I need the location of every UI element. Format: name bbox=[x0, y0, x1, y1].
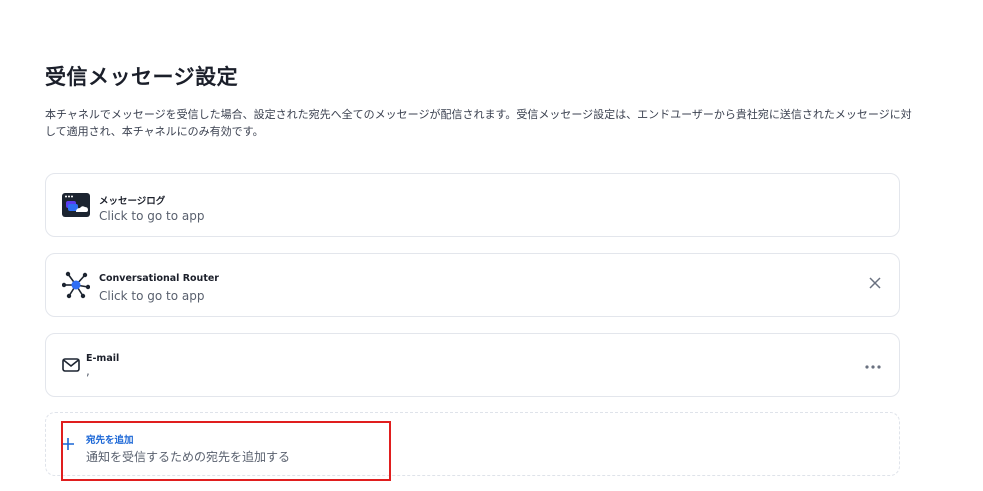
more-options-icon[interactable] bbox=[865, 357, 881, 373]
destination-email-value: , bbox=[86, 364, 90, 378]
page-description: 本チャネルでメッセージを受信した場合、設定された宛先へ全てのメッセージが配信され… bbox=[45, 108, 912, 138]
mail-icon bbox=[62, 358, 80, 372]
add-destination-label[interactable]: 宛先を追加 bbox=[86, 432, 134, 446]
plus-icon bbox=[61, 437, 75, 451]
page-title: 受信メッセージ設定 bbox=[45, 65, 239, 89]
destination-name: メッセージログ bbox=[99, 196, 166, 207]
message-log-app-icon bbox=[62, 193, 90, 217]
destination-card-message-log[interactable]: メッセージログ Click to go to app bbox=[45, 173, 900, 237]
add-destination-description: 通知を受信するための宛先を追加する bbox=[86, 450, 291, 464]
go-to-app-link[interactable]: Click to go to app bbox=[99, 209, 205, 223]
destination-card-conversational-router[interactable]: Conversational Router Click to go to app bbox=[45, 253, 900, 317]
go-to-app-link[interactable]: Click to go to app bbox=[99, 289, 205, 303]
add-destination-card[interactable]: 宛先を追加 通知を受信するための宛先を追加する bbox=[45, 412, 900, 476]
router-network-icon bbox=[62, 271, 90, 299]
close-icon[interactable] bbox=[869, 277, 881, 293]
destination-name: Conversational Router bbox=[99, 273, 219, 284]
destination-name: E-mail bbox=[86, 353, 120, 364]
destination-card-email[interactable]: E-mail , bbox=[45, 333, 900, 397]
